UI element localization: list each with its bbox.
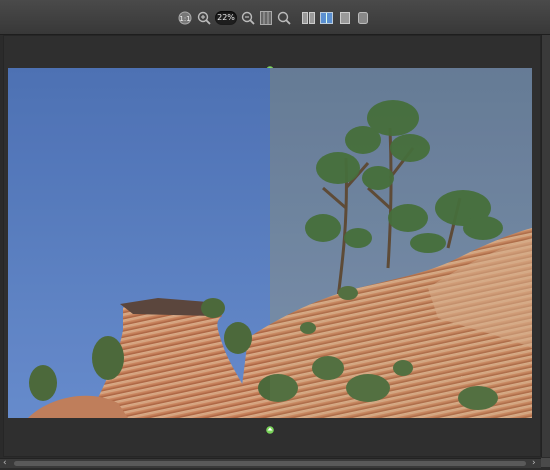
view-single-icon[interactable] (339, 10, 351, 26)
zoom-out-icon[interactable] (241, 10, 255, 26)
horizontal-scrollbar[interactable]: ‹ › (0, 458, 541, 468)
split-marker-top-icon[interactable] (266, 59, 274, 74)
split-marker-bottom-icon[interactable] (266, 419, 274, 434)
horizontal-scroll-thumb[interactable] (14, 461, 526, 466)
toolbar: 1:1 22% (0, 0, 550, 35)
photo (8, 68, 532, 418)
vertical-scrollbar[interactable] (541, 35, 550, 457)
scroll-right-icon[interactable]: › (532, 459, 536, 468)
scroll-left-icon[interactable]: ‹ (3, 459, 7, 468)
zoom-tool-icon[interactable] (277, 10, 291, 26)
resize-corner[interactable] (541, 458, 550, 467)
view-before-icon[interactable] (357, 10, 369, 26)
zoom-in-icon[interactable] (197, 10, 211, 26)
view-side-by-side-icon[interactable] (301, 10, 315, 26)
svg-text:1:1: 1:1 (179, 15, 190, 23)
zoom-level-field[interactable]: 22% (215, 11, 237, 25)
view-split-icon[interactable] (319, 10, 333, 26)
actual-size-icon[interactable] (259, 10, 273, 26)
image-canvas[interactable] (8, 68, 532, 418)
fit-to-window-icon[interactable]: 1:1 (177, 10, 193, 26)
